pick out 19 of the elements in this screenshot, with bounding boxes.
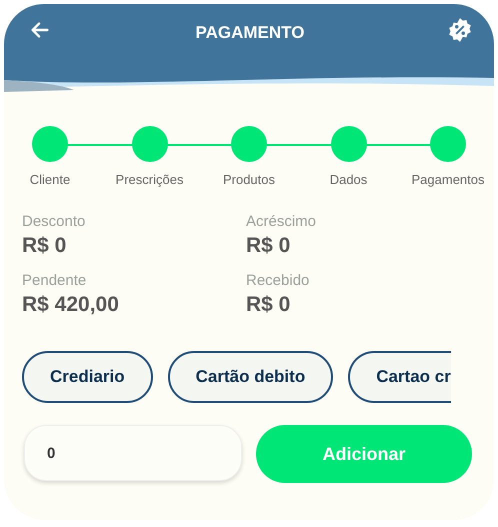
summary-label: Recebido [246, 272, 310, 289]
summary-value: R$ 420,00 [22, 293, 120, 317]
summary-label: Desconto [22, 213, 86, 230]
step-label: Prescrições [116, 172, 184, 187]
page-title: PAGAMENTO [196, 23, 304, 43]
amount-field[interactable]: 0 [24, 425, 242, 481]
payment-method-button[interactable]: Cartão debito [168, 351, 334, 403]
summary-label: Pendente [22, 272, 88, 289]
step-label: Cliente [30, 172, 70, 187]
payment-method-button[interactable]: Crediario [22, 351, 153, 403]
payment-method-button[interactable]: Cartao cr [348, 351, 451, 403]
summary-label: Acréscimo [246, 213, 318, 230]
step-label: Dados [330, 172, 368, 187]
discount-badge-icon[interactable] [447, 17, 473, 43]
summary-value: R$ 0 [246, 234, 292, 258]
step-label: Pagamentos [412, 172, 484, 187]
summary-value: R$ 0 [246, 293, 292, 317]
summary-value: R$ 0 [22, 234, 68, 258]
step-label: Produtos [222, 172, 276, 187]
